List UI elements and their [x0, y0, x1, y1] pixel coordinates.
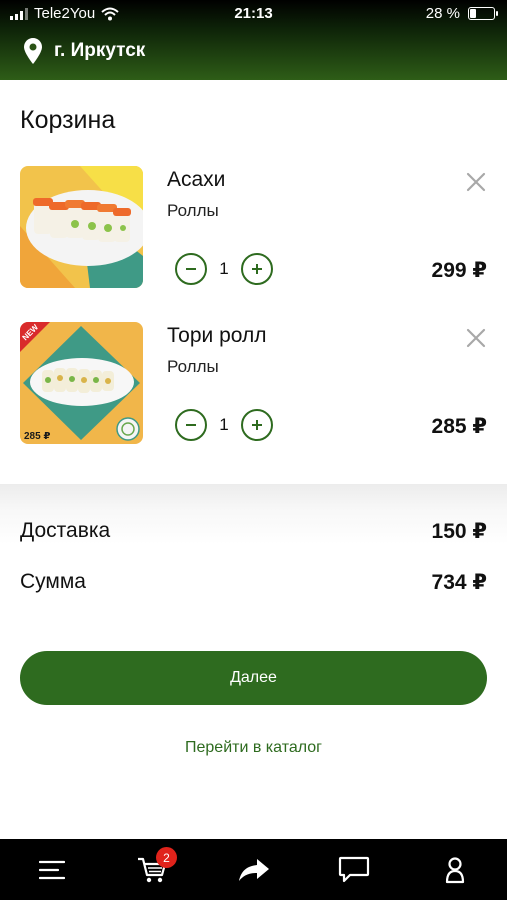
quantity-stepper: 1	[175, 409, 273, 441]
cart-count-badge: 2	[156, 847, 177, 868]
city-selector[interactable]: г. Иркутск	[24, 38, 145, 64]
image-price-label: 285 ₽	[24, 431, 51, 442]
item-category: Роллы	[167, 357, 219, 376]
minus-icon	[186, 268, 196, 270]
city-name: г. Иркутск	[54, 40, 146, 61]
remove-item-button[interactable]	[464, 170, 488, 194]
total-label: Сумма	[20, 570, 86, 593]
close-icon	[466, 172, 486, 192]
location-pin-icon	[24, 38, 42, 64]
quantity-value: 1	[219, 259, 229, 278]
tab-chat[interactable]	[336, 853, 372, 887]
remove-item-button[interactable]	[464, 326, 488, 350]
tab-share[interactable]	[236, 853, 272, 887]
item-price: 299 ₽	[431, 259, 487, 282]
next-button[interactable]: Далее	[20, 651, 487, 705]
increase-button[interactable]	[241, 253, 273, 285]
menu-icon	[39, 860, 65, 880]
battery-percent: 28 %	[425, 5, 460, 22]
product-image[interactable]: NEW 285 ₽	[20, 322, 143, 444]
share-icon	[239, 859, 269, 881]
status-bar: Tele2You 21:13 28 %	[0, 0, 507, 28]
delivery-label: Доставка	[20, 519, 111, 542]
delivery-value: 150 ₽	[431, 520, 487, 543]
total-value: 734 ₽	[431, 571, 487, 594]
decrease-button[interactable]	[175, 253, 207, 285]
status-right: 28 %	[425, 5, 498, 22]
catalog-link[interactable]: Перейти в каталог	[0, 739, 507, 757]
bottom-tab-bar: 2	[0, 839, 507, 900]
decrease-button[interactable]	[175, 409, 207, 441]
minus-icon	[186, 424, 196, 426]
tab-profile[interactable]	[437, 853, 473, 887]
cart-item-tori: NEW 285 ₽ Тори ролл Роллы 1 285 ₽	[0, 322, 507, 448]
item-name: Тори ролл	[167, 324, 267, 347]
quantity-value: 1	[219, 415, 229, 434]
product-image[interactable]	[20, 166, 143, 288]
cart-item-asahi: Асахи Роллы 1 299 ₽	[0, 166, 507, 292]
close-icon	[466, 328, 486, 348]
item-price: 285 ₽	[431, 415, 487, 438]
profile-icon	[445, 857, 465, 884]
increase-button[interactable]	[241, 409, 273, 441]
tab-cart[interactable]: 2	[134, 847, 177, 887]
item-name: Асахи	[167, 168, 226, 191]
chat-icon	[338, 856, 370, 883]
battery-icon	[468, 7, 498, 20]
total-row: Сумма 734 ₽	[20, 570, 487, 594]
tab-menu[interactable]	[34, 853, 70, 887]
delivery-row: Доставка 150 ₽	[20, 519, 487, 543]
item-category: Роллы	[167, 201, 219, 220]
quantity-stepper: 1	[175, 253, 273, 285]
plus-icon	[252, 264, 262, 274]
app-header: Tele2You 21:13 28 % г. Иркутск	[0, 0, 507, 80]
page-title: Корзина	[20, 106, 116, 134]
plus-icon	[252, 420, 262, 430]
